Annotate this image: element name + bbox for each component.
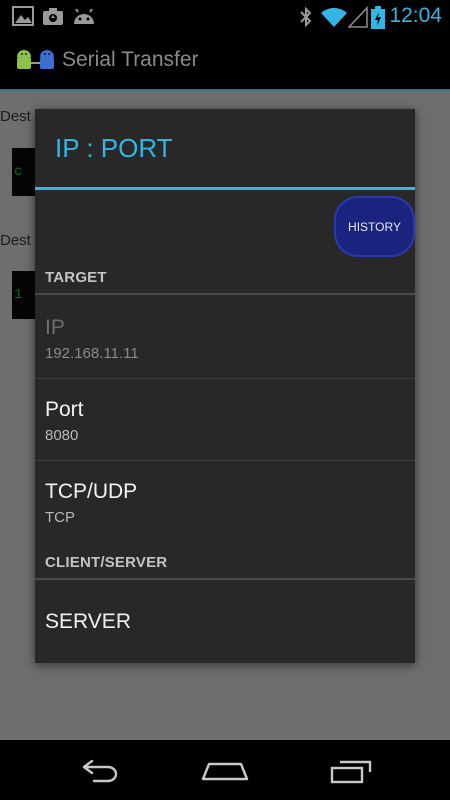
- action-bar: Serial Transfer: [0, 33, 450, 90]
- pref-item-ip[interactable]: IP 192.168.11.11: [35, 295, 415, 379]
- navigation-bar: [0, 740, 450, 800]
- ip-port-dialog: IP : PORT HISTORY TARGET IP 192.168.11.1…: [35, 109, 415, 663]
- pref-item-port[interactable]: Port 8080: [35, 379, 415, 460]
- pref-title: IP: [45, 316, 65, 339]
- dialog-title-divider: [35, 187, 415, 190]
- cell-signal-icon: [348, 6, 368, 28]
- status-time: 12:04: [389, 4, 442, 27]
- android-transfer-icon: [17, 50, 54, 69]
- phone-screen: 12:04 Serial Transfer Dest c Dest 1 IP :…: [0, 0, 450, 800]
- home-icon[interactable]: [199, 752, 251, 788]
- pref-summary: TCP: [45, 509, 75, 526]
- status-bar: 12:04: [0, 0, 450, 33]
- bg-dest-label: Dest: [0, 232, 31, 249]
- pref-item-server[interactable]: SERVER: [35, 580, 415, 663]
- recent-apps-icon[interactable]: [326, 752, 378, 788]
- gallery-icon: [12, 6, 34, 26]
- wifi-icon: [321, 7, 347, 28]
- dialog-title: IP : PORT: [55, 133, 173, 163]
- bluetooth-icon: [300, 6, 312, 28]
- android-icon: [74, 8, 94, 24]
- pref-title: SERVER: [45, 610, 131, 633]
- app-title: Serial Transfer: [62, 48, 199, 71]
- pref-title: TCP/UDP: [45, 480, 138, 503]
- category-client-server: CLIENT/SERVER: [45, 554, 168, 571]
- bg-dest-label: Dest: [0, 108, 31, 125]
- category-target: TARGET: [45, 269, 107, 286]
- camera-upload-icon: [43, 8, 63, 25]
- history-button[interactable]: HISTORY: [334, 196, 415, 257]
- back-icon[interactable]: [76, 752, 124, 788]
- pref-title: Port: [45, 398, 84, 421]
- pref-summary: 8080: [45, 427, 79, 444]
- pref-item-tcp-udp[interactable]: TCP/UDP TCP: [35, 461, 415, 543]
- pref-summary: 192.168.11.11: [45, 345, 139, 362]
- battery-charging-icon: [371, 6, 385, 29]
